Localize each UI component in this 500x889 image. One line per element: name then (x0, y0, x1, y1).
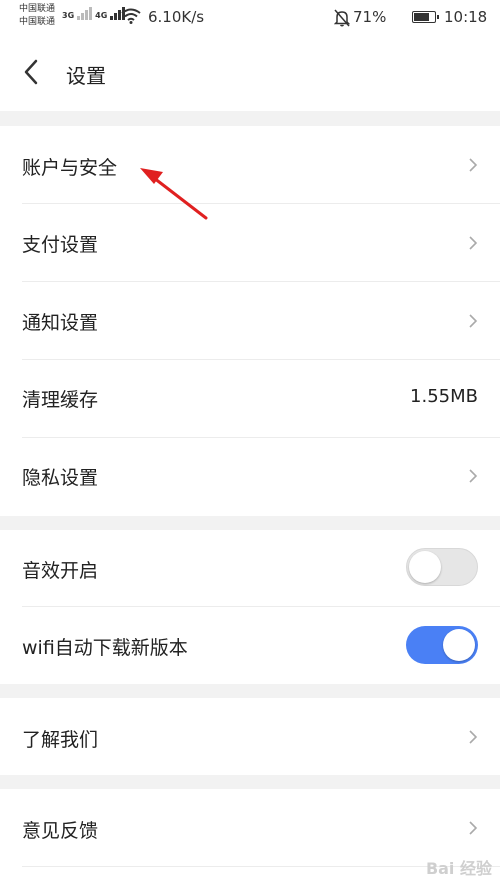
battery-percent: 71% (353, 8, 387, 26)
section-gap (0, 111, 500, 126)
chevron-right-icon (469, 469, 478, 483)
settings-item-label: wifi自动下载新版本 (22, 637, 188, 659)
chevron-right-icon (469, 821, 478, 835)
battery-icon (412, 11, 439, 23)
settings-item-label: 意见反馈 (22, 820, 99, 842)
settings-item-label: 了解我们 (22, 729, 99, 751)
toggle-knob (443, 629, 475, 661)
wifi-download-toggle[interactable] (406, 626, 478, 664)
section-gap (0, 684, 500, 698)
settings-item-about[interactable]: 了解我们 (0, 698, 500, 775)
settings-item-payment[interactable]: 支付设置 (0, 204, 500, 282)
status-bar: 中国联通 中国联通 3G 4G 6.10K/s 71% 10:18 (0, 0, 500, 36)
settings-item-wifi-download: wifi自动下载新版本 (0, 607, 500, 684)
network-type-1: 3G (62, 11, 75, 20)
chevron-right-icon (469, 158, 478, 172)
cache-size-value: 1.55MB (410, 386, 478, 407)
settings-item-notification[interactable]: 通知设置 (0, 282, 500, 360)
section-gap (0, 516, 500, 530)
settings-item-account-security[interactable]: 账户与安全 (0, 126, 500, 204)
clock: 10:18 (444, 8, 488, 26)
signal-bars-1-icon (77, 6, 93, 20)
back-button[interactable] (16, 56, 46, 88)
chevron-left-icon (24, 59, 38, 85)
carrier-2: 中国联通 (19, 17, 56, 27)
settings-item-sound: 音效开启 (0, 530, 500, 607)
settings-item-label: 清理缓存 (22, 389, 99, 411)
sound-toggle[interactable] (406, 548, 478, 586)
section-gap (0, 775, 500, 789)
app-header: 设置 (0, 36, 500, 111)
settings-item-label: 通知设置 (22, 312, 99, 334)
page-title: 设置 (66, 64, 106, 88)
settings-item-clear-cache[interactable]: 清理缓存 1.55MB (0, 360, 500, 438)
carrier-1: 中国联通 (19, 4, 56, 14)
wifi-icon (121, 8, 141, 24)
network-type-2: 4G (95, 11, 108, 20)
chevron-right-icon (469, 236, 478, 250)
chevron-right-icon (469, 730, 478, 744)
network-speed: 6.10K/s (148, 8, 205, 26)
mute-bell-icon (334, 9, 350, 27)
settings-item-label: 音效开启 (22, 560, 99, 582)
watermark-logo: Bai 经验 (425, 859, 492, 878)
settings-item-label: 支付设置 (22, 234, 99, 256)
settings-item-label: 账户与安全 (22, 157, 118, 179)
settings-item-privacy[interactable]: 隐私设置 (0, 438, 500, 516)
toggle-knob (409, 551, 441, 583)
settings-item-label: 隐私设置 (22, 467, 99, 489)
carrier-info: 中国联通 中国联通 (19, 3, 55, 29)
signal-group: 3G 4G (62, 6, 126, 20)
chevron-right-icon (469, 314, 478, 328)
